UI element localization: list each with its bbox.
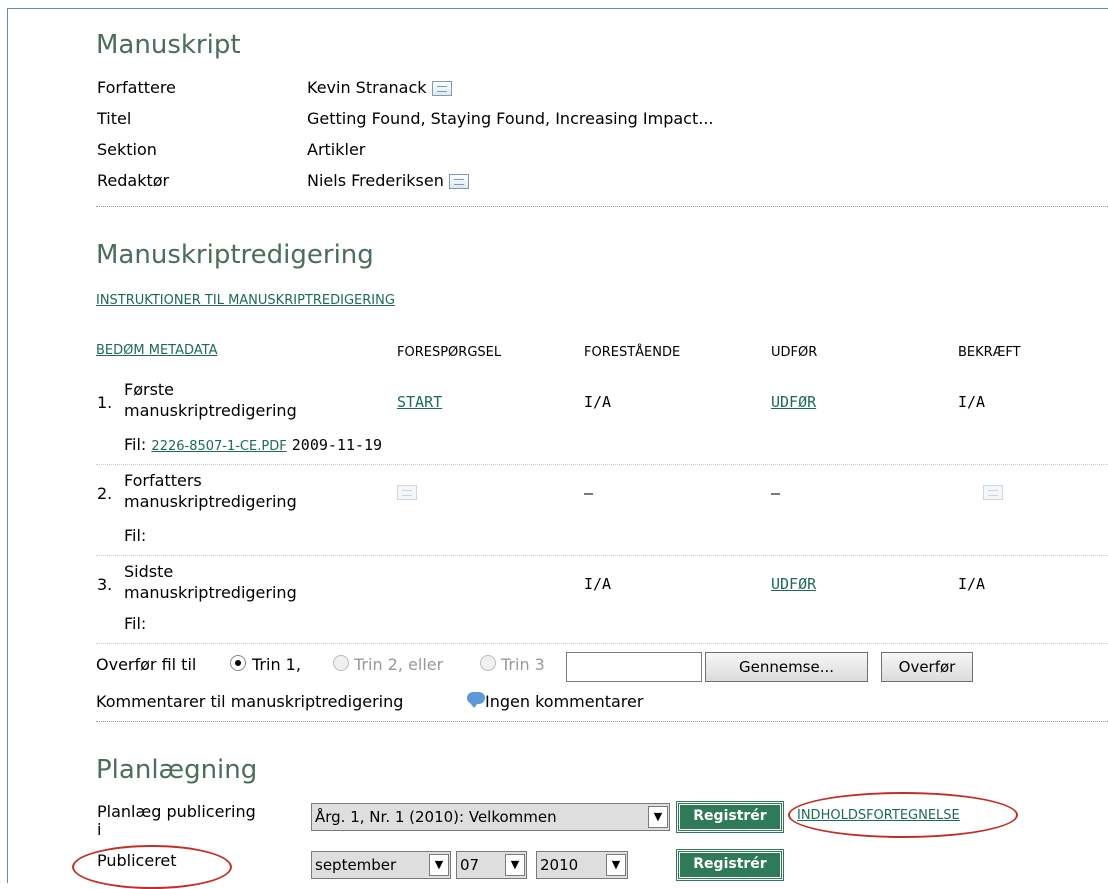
day-select[interactable]: 07 ▼	[456, 851, 527, 879]
issue-select-value: Årg. 1, Nr. 1 (2010): Velkommen	[315, 808, 557, 826]
file-date: 2009-11-19	[291, 436, 383, 454]
file-label: Fil:	[124, 526, 147, 545]
column-header-underway: FORESTÅENDE	[584, 345, 681, 360]
title-label: Titel	[97, 109, 132, 128]
step-title: Første manuskriptredigering	[124, 380, 297, 420]
editor-label: Redaktør	[97, 171, 170, 190]
row-divider	[96, 643, 1108, 644]
section-divider	[96, 721, 1108, 722]
start-link[interactable]: START	[397, 393, 442, 411]
radio-step-2-label: Trin 2, eller	[354, 655, 444, 674]
comments-link[interactable]: Ingen kommentarer	[485, 692, 643, 711]
copyedit-heading: Manuskriptredigering	[96, 240, 374, 270]
acknowledge-value: I/A	[958, 575, 986, 593]
issue-select[interactable]: Årg. 1, Nr. 1 (2010): Velkommen ▼	[311, 803, 670, 831]
schedule-label: Planlæg publicering i	[97, 802, 256, 839]
chevron-down-icon: ▼	[429, 854, 449, 876]
chevron-down-icon: ▼	[606, 854, 626, 876]
title-value: Getting Found, Staying Found, Increasing…	[307, 109, 714, 128]
section-value: Artikler	[307, 140, 366, 159]
column-header-complete: UDFØR	[771, 345, 818, 360]
radio-step-2	[333, 655, 349, 671]
underway-value: —	[584, 484, 594, 502]
row-divider	[96, 555, 1108, 556]
annotation-oval	[788, 792, 1018, 838]
review-metadata-link[interactable]: BEDØM METADATA	[96, 343, 217, 358]
step-title: Forfatters manuskriptredigering	[124, 471, 297, 511]
complete-value: —	[771, 484, 781, 502]
day-select-value: 07	[460, 856, 480, 874]
file-path-input[interactable]	[566, 652, 702, 682]
comment-icon[interactable]	[467, 692, 485, 708]
month-select[interactable]: september ▼	[311, 851, 451, 879]
email-icon[interactable]	[431, 81, 452, 96]
browse-button[interactable]: Gennemse...	[705, 652, 868, 682]
row-divider	[96, 464, 1108, 465]
file-row: Fil: 2226-8507-1-CE.PDF 2009-11-19	[124, 435, 383, 454]
step-number: 2.	[97, 484, 113, 503]
underway-value: I/A	[584, 393, 612, 411]
scheduling-heading: Planlægning	[96, 755, 258, 785]
file-label: Fil:	[124, 614, 147, 633]
editor-value: Niels Frederiksen	[307, 171, 469, 190]
radio-step-3-label: Trin 3	[501, 655, 545, 674]
summary-heading: Manuskript	[96, 30, 241, 60]
complete-link[interactable]: UDFØR	[771, 393, 816, 411]
email-icon	[397, 485, 417, 500]
authors-value: Kevin Stranack	[307, 78, 452, 97]
email-icon[interactable]	[448, 174, 469, 189]
chevron-down-icon: ▼	[505, 854, 525, 876]
section-divider	[96, 206, 1108, 207]
authors-label: Forfattere	[97, 78, 176, 97]
year-select-value: 2010	[540, 856, 579, 874]
chevron-down-icon: ▼	[648, 806, 668, 828]
column-header-acknowledge: BEKRÆFT	[958, 345, 1021, 360]
column-header-request: FORESPØRGSEL	[397, 345, 502, 360]
email-icon	[983, 485, 1004, 500]
section-label: Sektion	[97, 140, 157, 159]
file-link[interactable]: 2226-8507-1-CE.PDF	[151, 439, 286, 454]
step-number: 1.	[97, 393, 113, 412]
step-title: Sidste manuskriptredigering	[124, 562, 297, 602]
radio-step-1-label: Trin 1,	[252, 655, 301, 674]
radio-step-1[interactable]	[230, 655, 246, 671]
step-number: 3.	[97, 575, 113, 594]
upload-label: Overfør fil til	[96, 655, 197, 674]
register-date-button[interactable]: Registrér	[676, 849, 784, 881]
comments-label: Kommentarer til manuskriptredigering	[96, 692, 404, 711]
register-issue-button[interactable]: Registrér	[676, 801, 784, 833]
underway-value: I/A	[584, 575, 612, 593]
upload-button[interactable]: Overfør	[881, 652, 973, 682]
complete-link[interactable]: UDFØR	[771, 575, 816, 593]
annotation-oval	[72, 845, 232, 889]
radio-step-3	[480, 655, 496, 671]
acknowledge-value: I/A	[958, 393, 986, 411]
month-select-value: september	[315, 856, 397, 874]
year-select[interactable]: 2010 ▼	[536, 851, 628, 879]
copyedit-instructions-link[interactable]: INSTRUKTIONER TIL MANUSKRIPTREDIGERING	[96, 293, 395, 308]
